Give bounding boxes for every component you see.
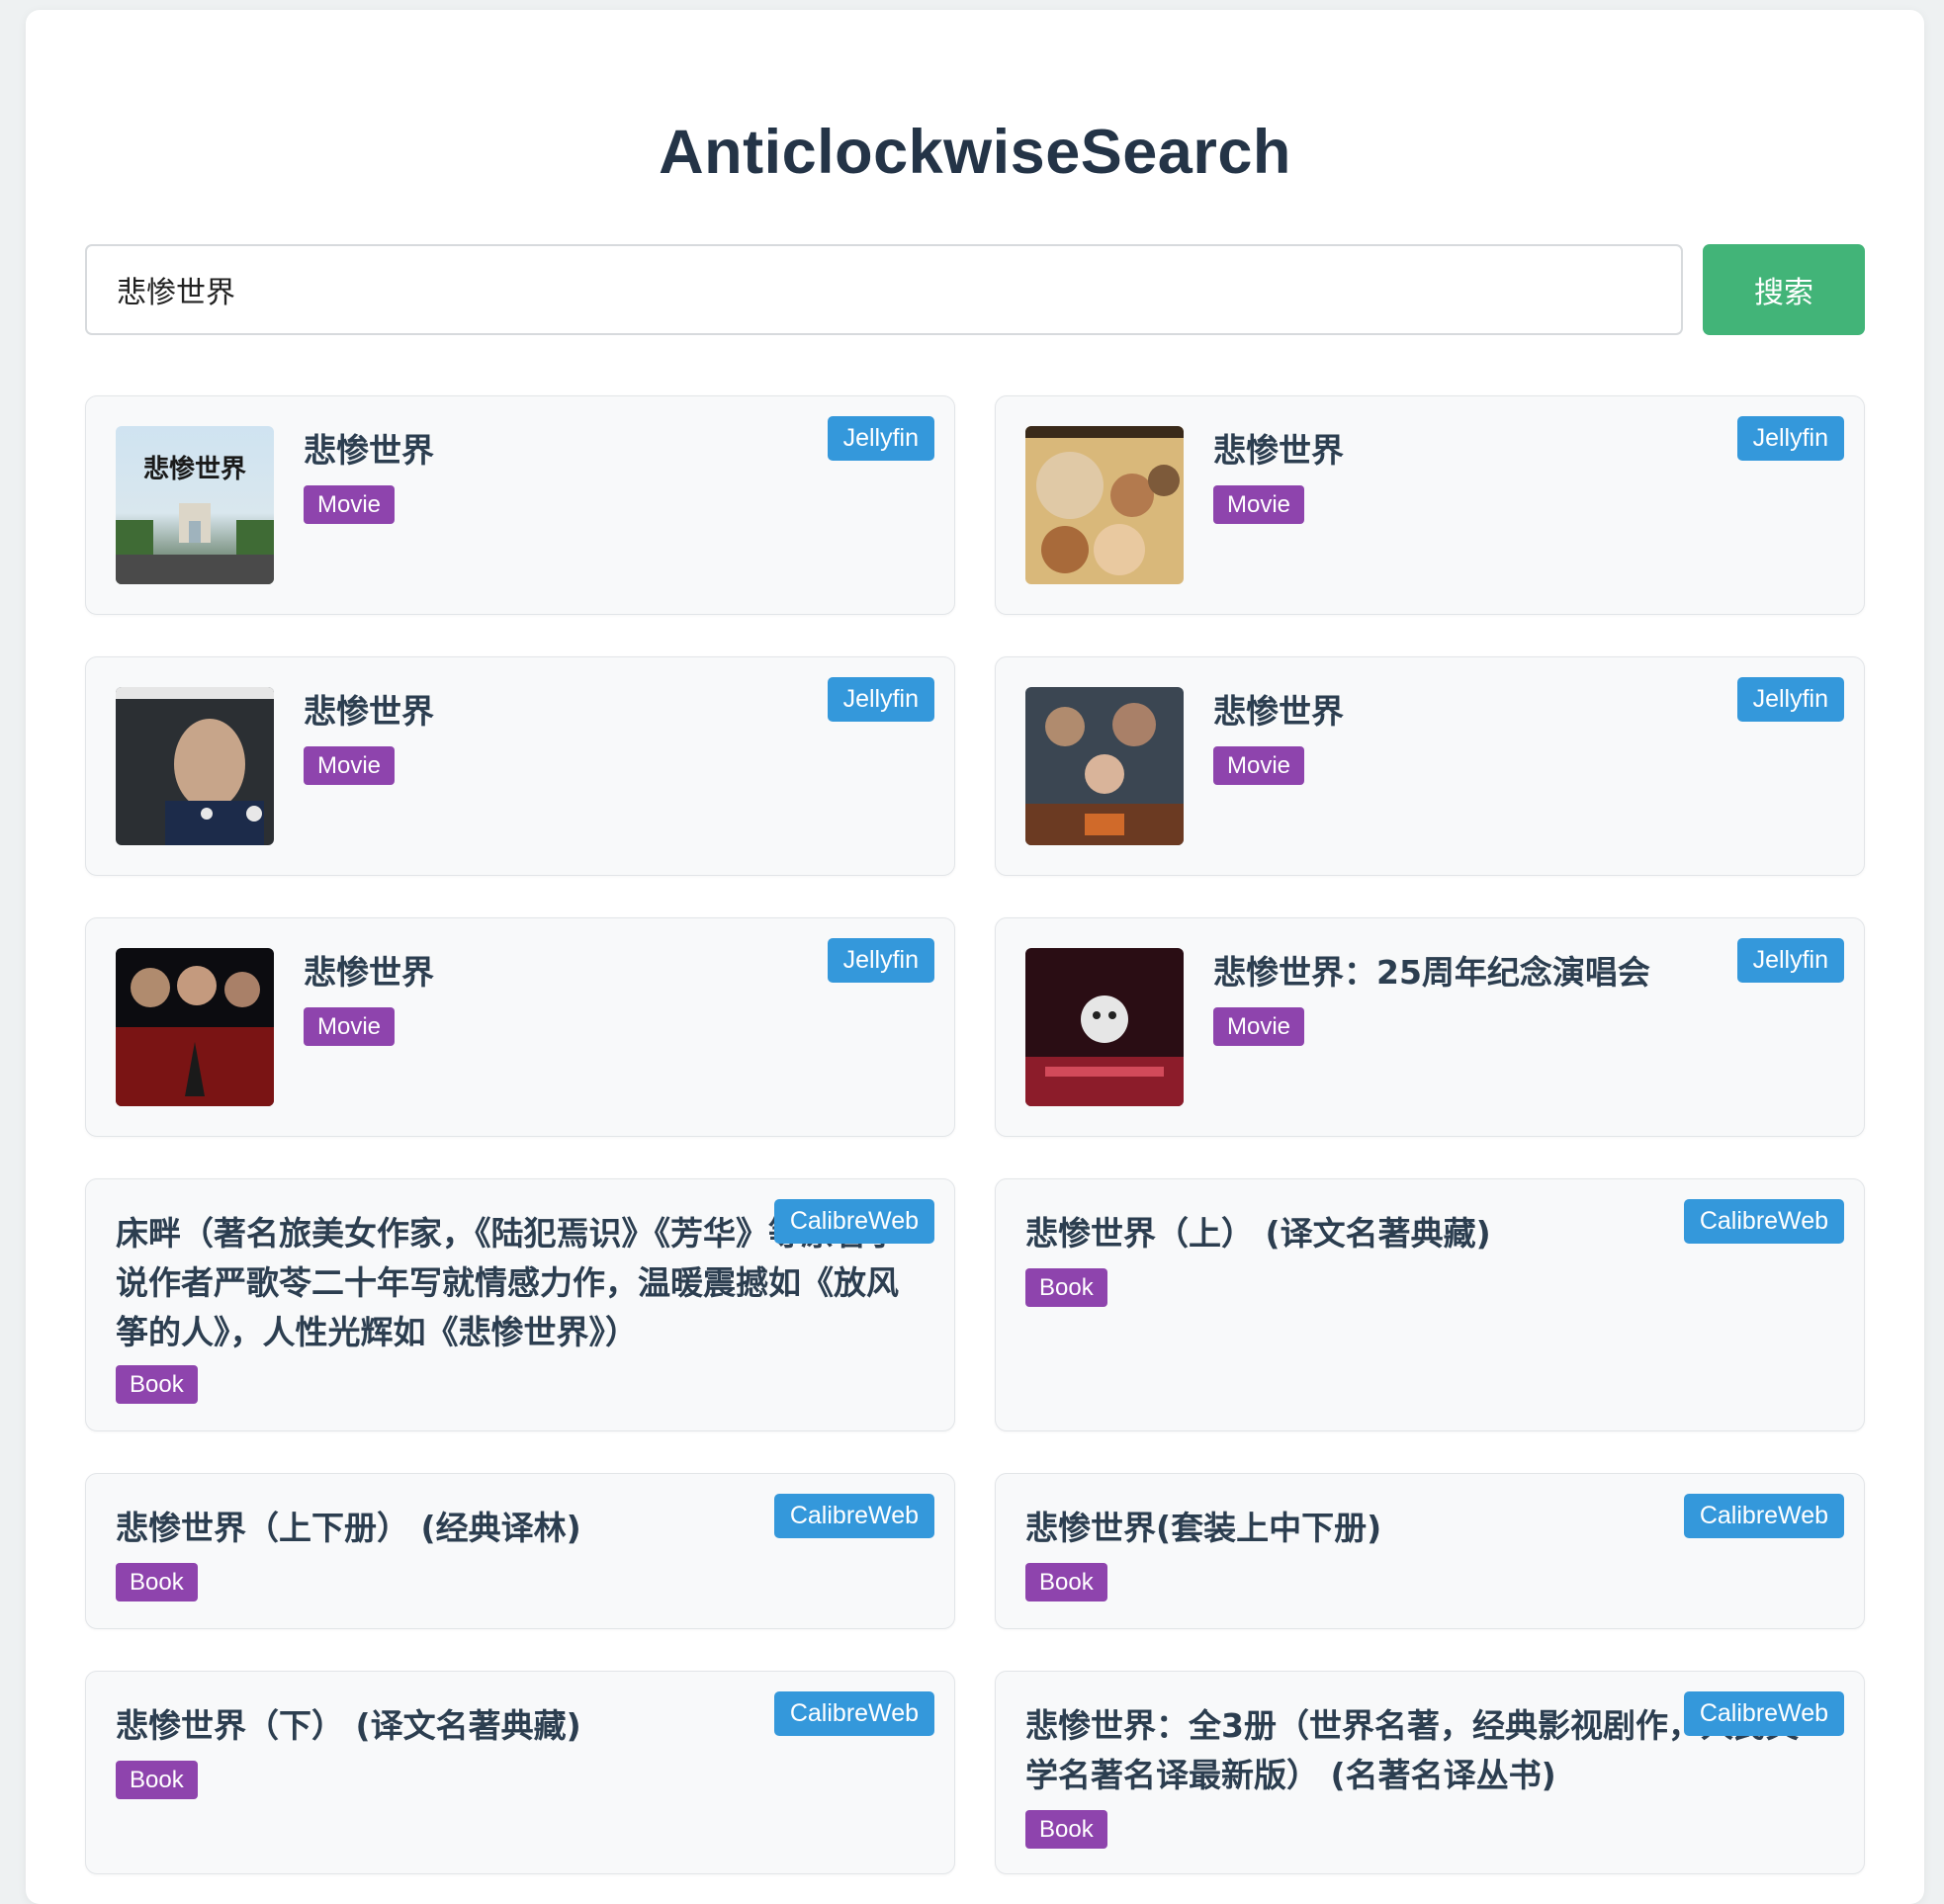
type-badge: Book <box>116 1365 198 1404</box>
result-card[interactable]: 悲惨世界 Movie Jellyfin <box>995 656 1865 876</box>
svg-text:悲惨世界: 悲惨世界 <box>143 454 246 484</box>
source-badge: CalibreWeb <box>1683 1199 1844 1244</box>
movie-poster-icon <box>1025 426 1184 584</box>
movie-poster-icon: 悲惨世界 <box>116 426 274 584</box>
result-title[interactable]: 悲惨世界 <box>1213 687 1344 736</box>
movie-poster-icon <box>1025 687 1184 845</box>
source-badge: Jellyfin <box>827 677 934 722</box>
type-badge: Book <box>1025 1268 1107 1307</box>
result-title[interactable]: 悲惨世界：25周年纪念演唱会 <box>1213 948 1650 997</box>
source-badge: CalibreWeb <box>773 1494 934 1538</box>
type-badge: Movie <box>304 485 396 524</box>
result-title[interactable]: 悲惨世界（上下册） (经典译林) <box>116 1504 581 1553</box>
result-title[interactable]: 悲惨世界 <box>304 426 434 476</box>
result-card[interactable]: 悲惨世界：全3册（世界名著，经典影视剧作，人民文学名著名译最新版） (名著名译丛… <box>995 1671 1865 1874</box>
source-badge: Jellyfin <box>1736 677 1844 722</box>
result-title[interactable]: 悲惨世界 <box>1213 426 1344 476</box>
movie-poster-icon <box>116 687 274 845</box>
type-badge: Book <box>116 1563 198 1601</box>
type-badge: Book <box>1025 1810 1107 1849</box>
result-card[interactable]: 悲惨世界 Movie Jellyfin <box>85 656 955 876</box>
type-badge: Movie <box>1213 746 1305 785</box>
result-card[interactable]: 悲惨世界 Movie Jellyfin <box>995 395 1865 615</box>
result-title[interactable]: 悲惨世界(套装上中下册) <box>1025 1504 1381 1553</box>
type-badge: Book <box>1025 1563 1107 1601</box>
result-card[interactable]: 悲惨世界（上下册） (经典译林) Book CalibreWeb <box>85 1473 955 1629</box>
result-title[interactable]: 悲惨世界（上） (译文名著典藏) <box>1025 1209 1491 1258</box>
result-card[interactable]: 床畔（著名旅美女作家，《陆犯焉识》《芳华》等原著小说作者严歌苓二十年写就情感力作… <box>85 1178 955 1431</box>
result-card[interactable]: 悲惨世界（下） (译文名著典藏) Book CalibreWeb <box>85 1671 955 1874</box>
result-title[interactable]: 悲惨世界 <box>304 687 434 736</box>
app-title: AnticlockwiseSearch <box>659 118 1291 187</box>
result-card[interactable]: 悲惨世界：25周年纪念演唱会 Movie Jellyfin <box>995 917 1865 1137</box>
source-badge: CalibreWeb <box>773 1691 934 1736</box>
source-badge: CalibreWeb <box>1683 1494 1844 1538</box>
source-badge: Jellyfin <box>1736 938 1844 983</box>
result-card[interactable]: 悲惨世界(套装上中下册) Book CalibreWeb <box>995 1473 1865 1629</box>
result-title[interactable]: 悲惨世界（下） (译文名著典藏) <box>116 1701 581 1751</box>
movie-poster-icon <box>1025 948 1184 1106</box>
type-badge: Movie <box>1213 1007 1305 1046</box>
type-badge: Book <box>116 1761 198 1799</box>
type-badge: Movie <box>304 746 396 785</box>
search-input[interactable] <box>85 244 1683 335</box>
type-badge: Movie <box>304 1007 396 1046</box>
type-badge: Movie <box>1213 485 1305 524</box>
source-badge: CalibreWeb <box>773 1199 934 1244</box>
main-panel: AnticlockwiseSearch 搜索 悲惨世界 悲惨世界 Movie J… <box>26 10 1924 1904</box>
result-card[interactable]: 悲惨世界 Movie Jellyfin <box>85 917 955 1137</box>
result-card[interactable]: 悲惨世界 悲惨世界 Movie Jellyfin <box>85 395 955 615</box>
source-badge: CalibreWeb <box>1683 1691 1844 1736</box>
source-badge: Jellyfin <box>827 416 934 461</box>
movie-poster-icon <box>116 948 274 1106</box>
source-badge: Jellyfin <box>1736 416 1844 461</box>
result-card[interactable]: 悲惨世界（上） (译文名著典藏) Book CalibreWeb <box>995 1178 1865 1431</box>
source-badge: Jellyfin <box>827 938 934 983</box>
search-button[interactable]: 搜索 <box>1703 244 1865 335</box>
result-title[interactable]: 悲惨世界 <box>304 948 434 997</box>
